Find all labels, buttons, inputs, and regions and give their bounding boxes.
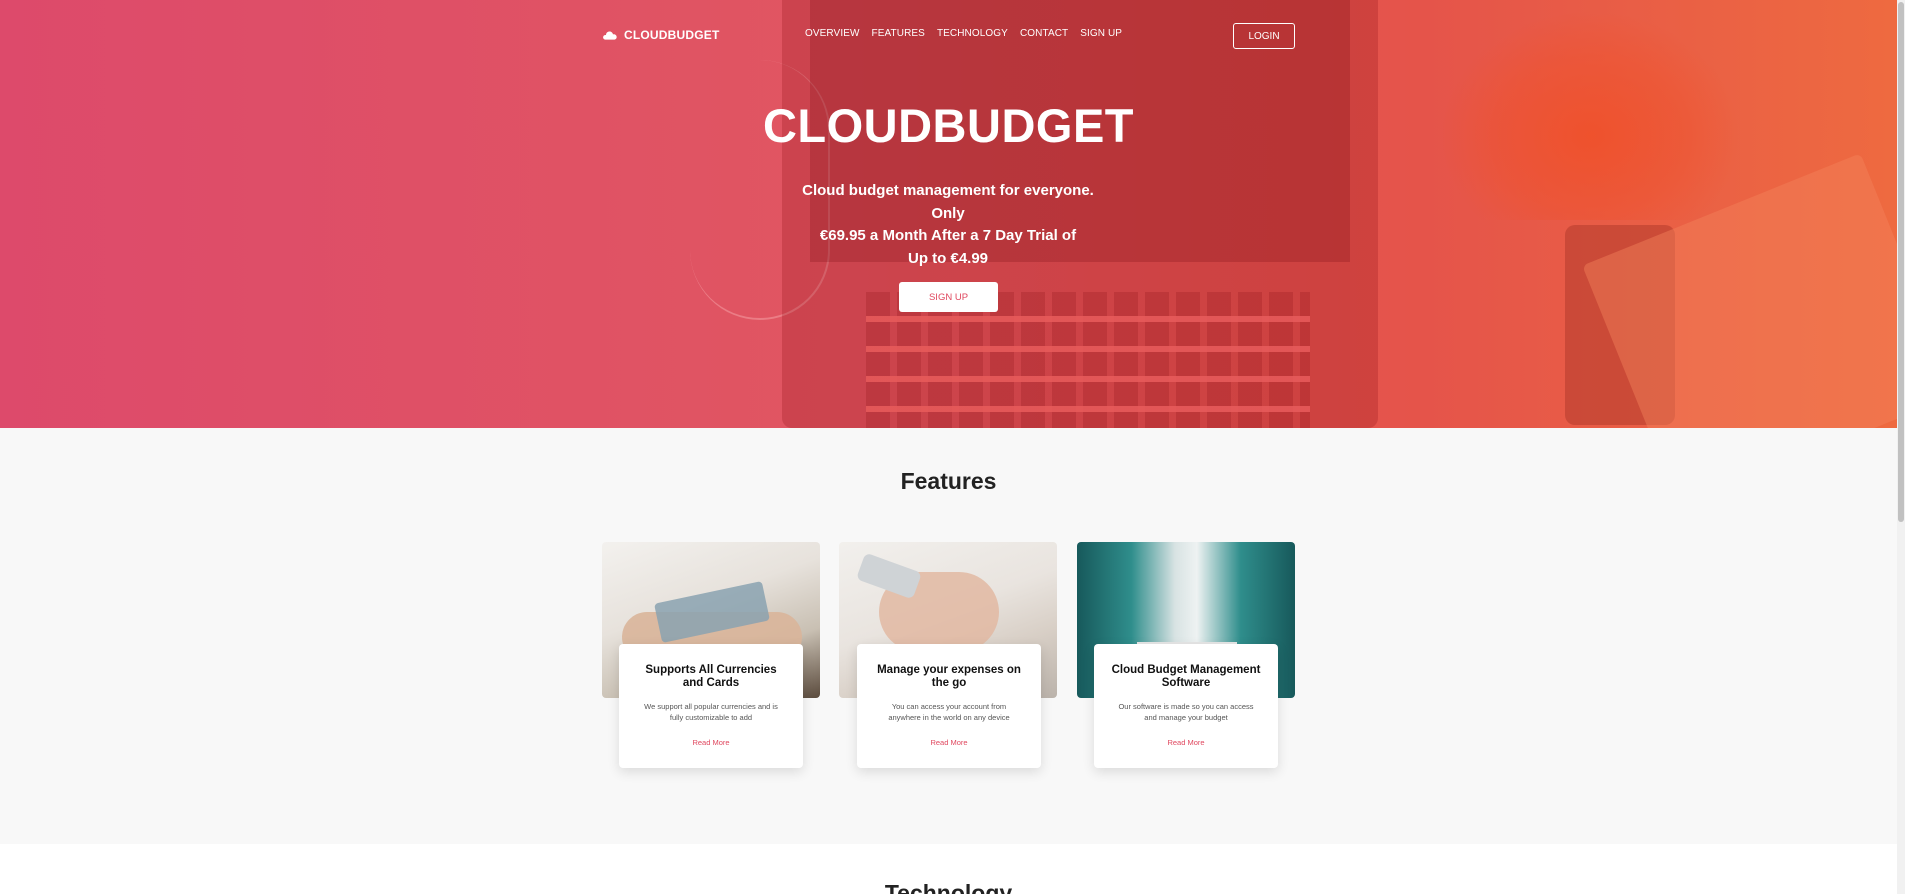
login-button[interactable]: LOGIN <box>1233 23 1295 49</box>
feature-card-title: Manage your expenses on the go <box>877 664 1021 689</box>
feature-card-title: Supports All Currencies and Cards <box>645 664 777 689</box>
hero-signup-button[interactable]: SIGN UP <box>899 282 998 312</box>
features-section: Features Supports All Currencies and Car… <box>0 428 1897 844</box>
feature-card: Manage your expenses on the go You can a… <box>857 644 1041 768</box>
hero-section: CLOUDBUDGET OVERVIEW FEATURES TECHNOLOGY… <box>0 0 1897 428</box>
hero-subtitle-line: Cloud budget management for everyone. On… <box>802 182 1094 222</box>
technology-heading: Technology <box>884 880 1013 894</box>
read-more-link[interactable]: Read More <box>619 738 803 747</box>
main-nav: OVERVIEW FEATURES TECHNOLOGY CONTACT SIG… <box>805 28 1122 39</box>
page-scrollbar[interactable] <box>1897 0 1905 894</box>
nav-link-features[interactable]: FEATURES <box>872 28 925 39</box>
read-more-link[interactable]: Read More <box>857 738 1041 747</box>
feature-card-text: You can access your account from anywher… <box>888 702 1010 722</box>
hero-subtitle: Cloud budget management for everyone. On… <box>786 180 1110 270</box>
hero-title: CLOUDBUDGET <box>762 99 1135 152</box>
feature-card-text: We support all popular currencies and is… <box>644 702 778 722</box>
brand-name: CLOUDBUDGET <box>624 28 720 42</box>
scrollbar-thumb[interactable] <box>1898 2 1904 522</box>
features-heading: Features <box>900 468 997 494</box>
hero-subtitle-line: €69.95 a Month After a 7 Day Trial of <box>819 227 1077 244</box>
hero-subtitle-line: Up to €4.99 <box>907 249 989 267</box>
hero-background-keyboard-rows <box>866 292 1310 428</box>
feature-card-text: Our software is made so you can access a… <box>1118 702 1254 722</box>
nav-link-overview[interactable]: OVERVIEW <box>805 28 860 39</box>
cloud-icon <box>603 31 617 40</box>
feature-card: Supports All Currencies and Cards We sup… <box>619 644 803 768</box>
nav-link-contact[interactable]: CONTACT <box>1020 28 1068 39</box>
read-more-link[interactable]: Read More <box>1094 738 1278 747</box>
feature-card-title: Cloud Budget Management Software <box>1111 664 1261 689</box>
nav-link-signup[interactable]: SIGN UP <box>1080 28 1122 39</box>
nav-link-technology[interactable]: TECHNOLOGY <box>937 28 1008 39</box>
feature-card: Cloud Budget Management Software Our sof… <box>1094 644 1278 768</box>
brand-logo[interactable]: CLOUDBUDGET <box>602 28 720 42</box>
